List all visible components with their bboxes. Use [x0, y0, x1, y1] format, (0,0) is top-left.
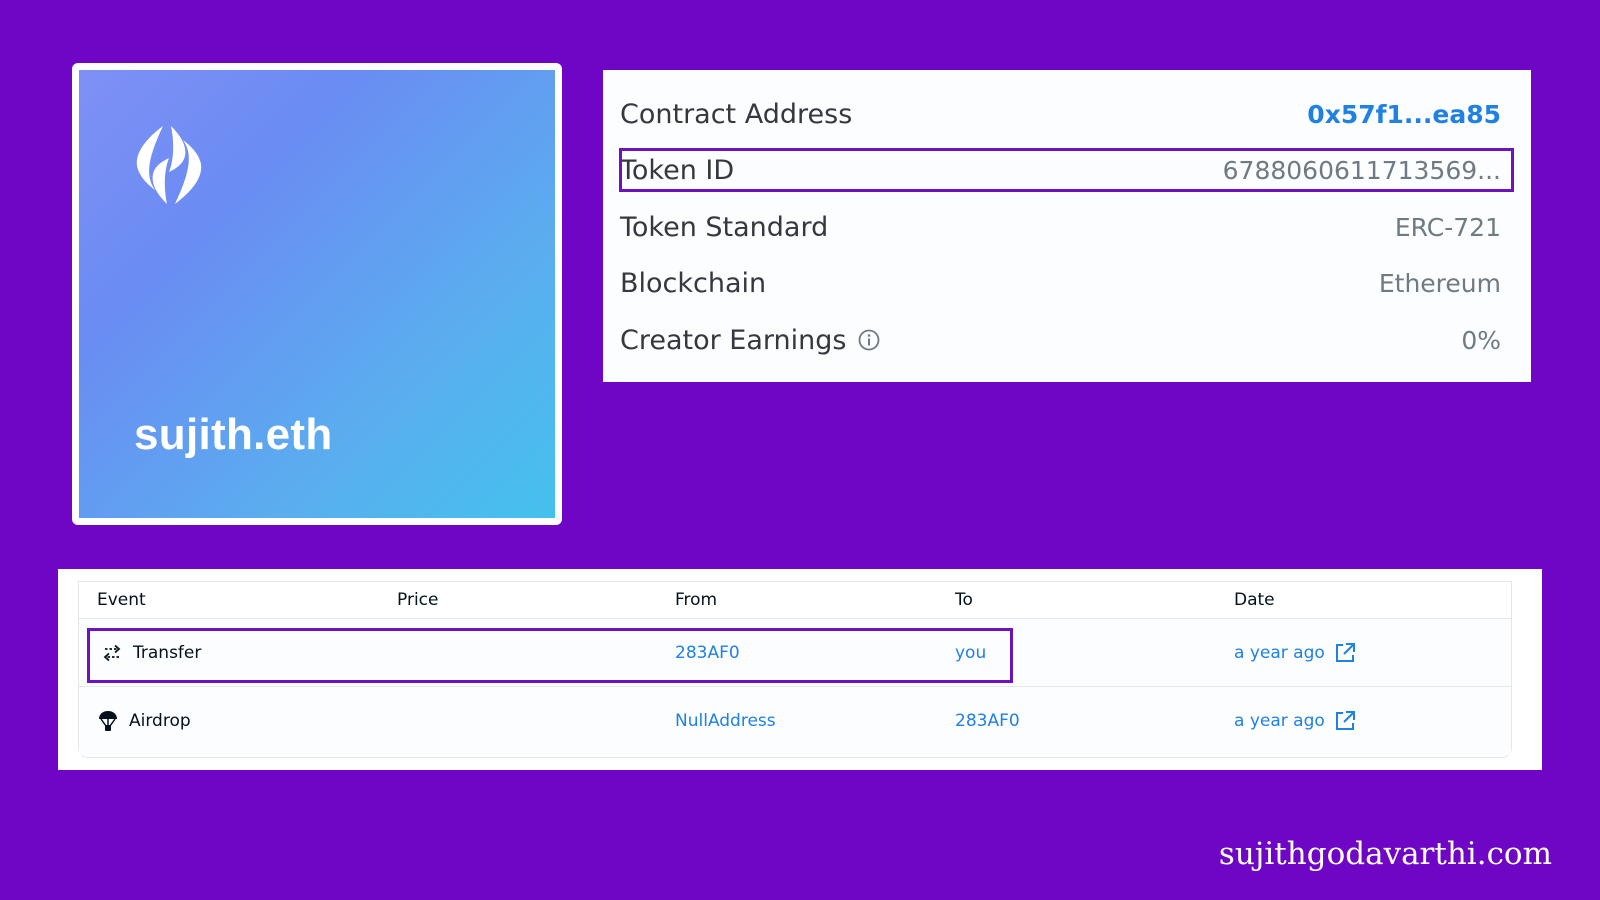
blockchain-label: Blockchain: [620, 267, 767, 299]
contract-address-row: Contract Address 0x57f1...ea85: [620, 92, 1501, 136]
token-id-highlight: [619, 148, 1514, 192]
column-from: From: [675, 590, 718, 610]
column-to: To: [955, 590, 973, 610]
contract-address-link[interactable]: 0x57f1...ea85: [1307, 100, 1501, 129]
contract-address-label: Contract Address: [620, 98, 853, 130]
column-event: Event: [97, 590, 146, 610]
event-cell: Airdrop: [97, 687, 191, 755]
blockchain-row: Blockchain Ethereum: [620, 261, 1501, 305]
table-header: Event Price From To Date: [79, 582, 1511, 619]
ens-logo-icon: [136, 126, 202, 204]
external-link-icon[interactable]: [1333, 709, 1357, 733]
token-standard-value: ERC-721: [1394, 212, 1501, 242]
token-standard-label: Token Standard: [620, 211, 829, 243]
airdrop-icon: [99, 711, 117, 731]
external-link-icon[interactable]: [1333, 641, 1357, 665]
column-date: Date: [1234, 590, 1275, 610]
table-row[interactable]: Airdrop NullAddress 283AF0 a year ago: [79, 687, 1511, 755]
transfer-row-highlight: [87, 628, 1013, 683]
watermark: sujithgodavarthi.com: [1218, 836, 1552, 872]
token-standard-row: Token Standard ERC-721: [620, 205, 1501, 249]
creator-earnings-row: Creator Earnings 0%: [620, 318, 1501, 362]
event-label: Airdrop: [129, 711, 191, 731]
column-price: Price: [397, 590, 439, 610]
date-link[interactable]: a year ago: [1234, 687, 1357, 755]
blockchain-value: Ethereum: [1378, 268, 1501, 298]
creator-earnings-label: Creator Earnings: [620, 324, 847, 356]
info-icon[interactable]: [858, 329, 880, 351]
creator-earnings-label-group: Creator Earnings: [620, 325, 880, 356]
from-link[interactable]: NullAddress: [675, 687, 776, 755]
to-link[interactable]: 283AF0: [955, 687, 1020, 755]
nft-card[interactable]: sujith.eth: [72, 63, 562, 525]
creator-earnings-value: 0%: [1461, 325, 1501, 355]
date-label: a year ago: [1234, 711, 1325, 731]
details-panel: Contract Address 0x57f1...ea85 Token ID …: [603, 70, 1531, 382]
nft-name: sujith.eth: [134, 410, 333, 459]
date-link[interactable]: a year ago: [1234, 619, 1357, 687]
date-label: a year ago: [1234, 643, 1325, 663]
nft-image[interactable]: sujith.eth: [79, 70, 555, 518]
